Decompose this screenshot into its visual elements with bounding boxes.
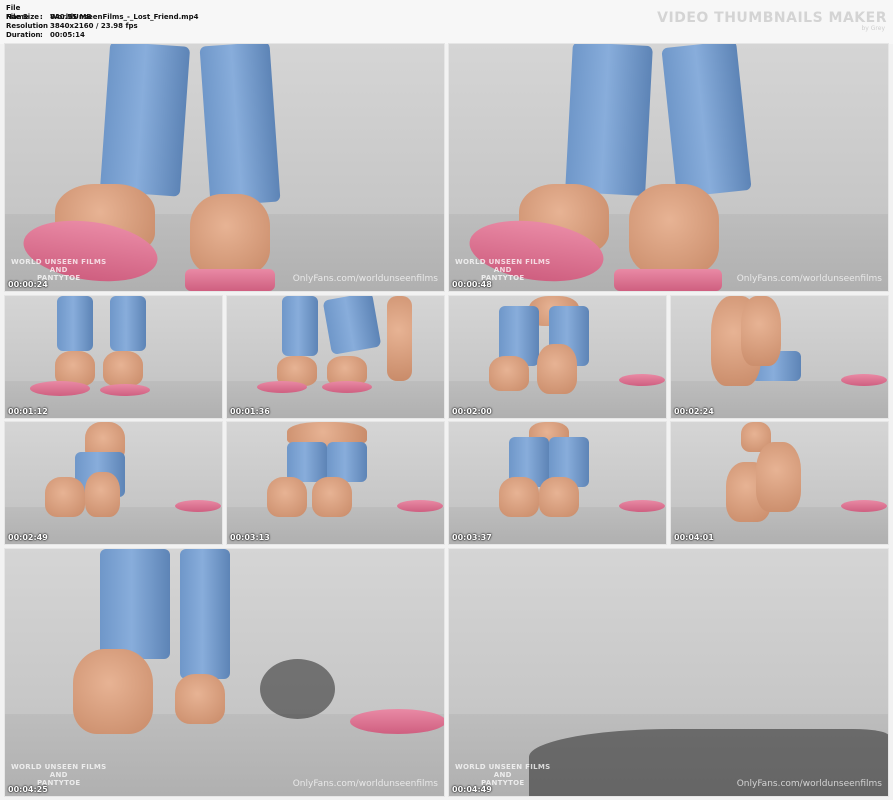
- thumbnail[interactable]: 00:01:36: [227, 296, 444, 418]
- watermark-logo-line: WORLD UNSEEN FILMS: [455, 763, 551, 771]
- watermark-logo-line: AND: [49, 266, 68, 274]
- thumbnail[interactable]: WORLD UNSEEN FILMS AND PANTYTOE OnlyFans.c…: [449, 44, 888, 291]
- watermark-logo-line: WORLD UNSEEN FILMS: [11, 258, 107, 266]
- timestamp: 00:04:01: [674, 533, 714, 542]
- duration-label: Duration: [6, 31, 41, 39]
- timestamp: 00:01:12: [8, 407, 48, 416]
- timestamp: 00:02:00: [452, 407, 492, 416]
- watermark-url: OnlyFans.com/worldunseenfilms: [736, 274, 882, 284]
- watermark-logo-line: WORLD UNSEEN FILMS: [11, 763, 107, 771]
- resolution-row: Resolution: 3840x2160 / 23.98 fps: [6, 22, 138, 31]
- file-size-value: 840.55 MB: [50, 13, 92, 21]
- thumbnail[interactable]: 00:02:24: [671, 296, 888, 418]
- watermark-url: OnlyFans.com/worldunseenfilms: [292, 779, 438, 789]
- timestamp: 00:02:24: [674, 407, 714, 416]
- thumbnail[interactable]: WORLD UNSEEN FILMS AND PANTYTOE OnlyFans.c…: [5, 44, 444, 291]
- timestamp: 00:00:24: [8, 280, 48, 289]
- watermark-logo-line: WORLD UNSEEN FILMS: [455, 258, 551, 266]
- timestamp: 00:00:48: [452, 280, 492, 289]
- watermark-url: OnlyFans.com/worldunseenfilms: [736, 779, 882, 789]
- duration-value: 00:05:14: [50, 31, 85, 39]
- watermark-url: OnlyFans.com/worldunseenfilms: [292, 274, 438, 284]
- separator: :: [40, 13, 43, 21]
- watermark-logo: WORLD UNSEEN FILMS AND PANTYTOE: [455, 763, 550, 787]
- thumbnail[interactable]: 00:02:49: [5, 422, 222, 544]
- timestamp: 00:02:49: [8, 533, 48, 542]
- timestamp: 00:03:13: [230, 533, 270, 542]
- file-info-header: File Name: WorldUnseenFilms_-_Lost_Friend…: [0, 0, 893, 44]
- brand-title: VIDEO THUMBNAILS MAKER: [657, 10, 887, 26]
- brand-subtitle: by Grey: [861, 25, 886, 32]
- resolution-label: Resolution: [6, 22, 49, 30]
- thumbnail[interactable]: WORLD UNSEEN FILMS AND PANTYTOE OnlyFans.c…: [449, 549, 888, 796]
- thumbnail[interactable]: 00:02:00: [449, 296, 666, 418]
- thumbnail[interactable]: 00:04:01: [671, 422, 888, 544]
- watermark-logo: WORLD UNSEEN FILMS AND PANTYTOE: [11, 258, 106, 282]
- watermark-logo: WORLD UNSEEN FILMS AND PANTYTOE: [11, 763, 106, 787]
- resolution-value: 3840x2160 / 23.98 fps: [50, 22, 138, 30]
- watermark-logo-line: AND: [493, 771, 512, 779]
- thumbnail[interactable]: 00:03:13: [227, 422, 444, 544]
- timestamp: 00:01:36: [230, 407, 270, 416]
- separator: :: [40, 31, 43, 39]
- thumbnail[interactable]: WORLD UNSEEN FILMS AND PANTYTOE OnlyFans.c…: [5, 549, 444, 796]
- timestamp: 00:04:49: [452, 785, 492, 794]
- file-size-row: File Size: 840.55 MB: [6, 13, 92, 22]
- watermark-logo-line: AND: [49, 771, 68, 779]
- thumbnail[interactable]: 00:01:12: [5, 296, 222, 418]
- duration-row: Duration: 00:05:14: [6, 31, 85, 40]
- separator: :: [40, 22, 43, 30]
- watermark-logo: WORLD UNSEEN FILMS AND PANTYTOE: [455, 258, 550, 282]
- file-size-label: File Size: [6, 13, 40, 21]
- thumbnail[interactable]: 00:03:37: [449, 422, 666, 544]
- timestamp: 00:03:37: [452, 533, 492, 542]
- watermark-logo-line: AND: [493, 266, 512, 274]
- timestamp: 00:04:25: [8, 785, 48, 794]
